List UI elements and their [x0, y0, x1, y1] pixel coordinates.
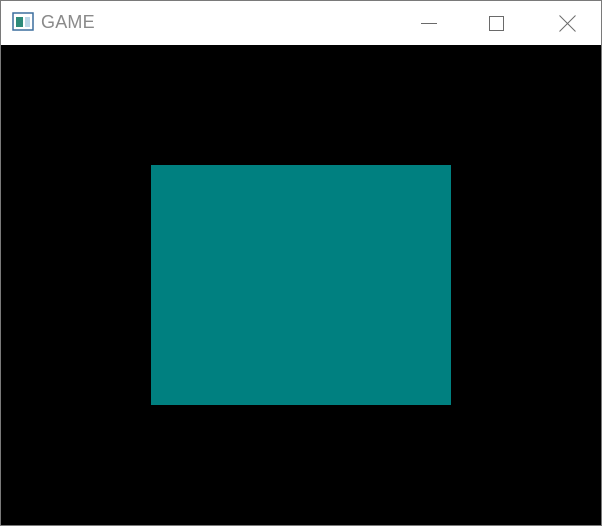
close-icon [559, 15, 576, 32]
teal-rectangle [151, 165, 451, 405]
title-bar[interactable]: GAME [1, 1, 601, 45]
game-window: GAME [0, 0, 602, 526]
game-canvas[interactable] [1, 45, 601, 525]
minimize-button[interactable] [405, 1, 451, 45]
maximize-button[interactable] [473, 1, 519, 45]
minimize-icon [421, 23, 437, 24]
maximize-icon [489, 16, 504, 31]
window-app-icon[interactable] [12, 12, 34, 32]
window-title: GAME [41, 12, 95, 32]
close-button[interactable] [544, 1, 590, 45]
